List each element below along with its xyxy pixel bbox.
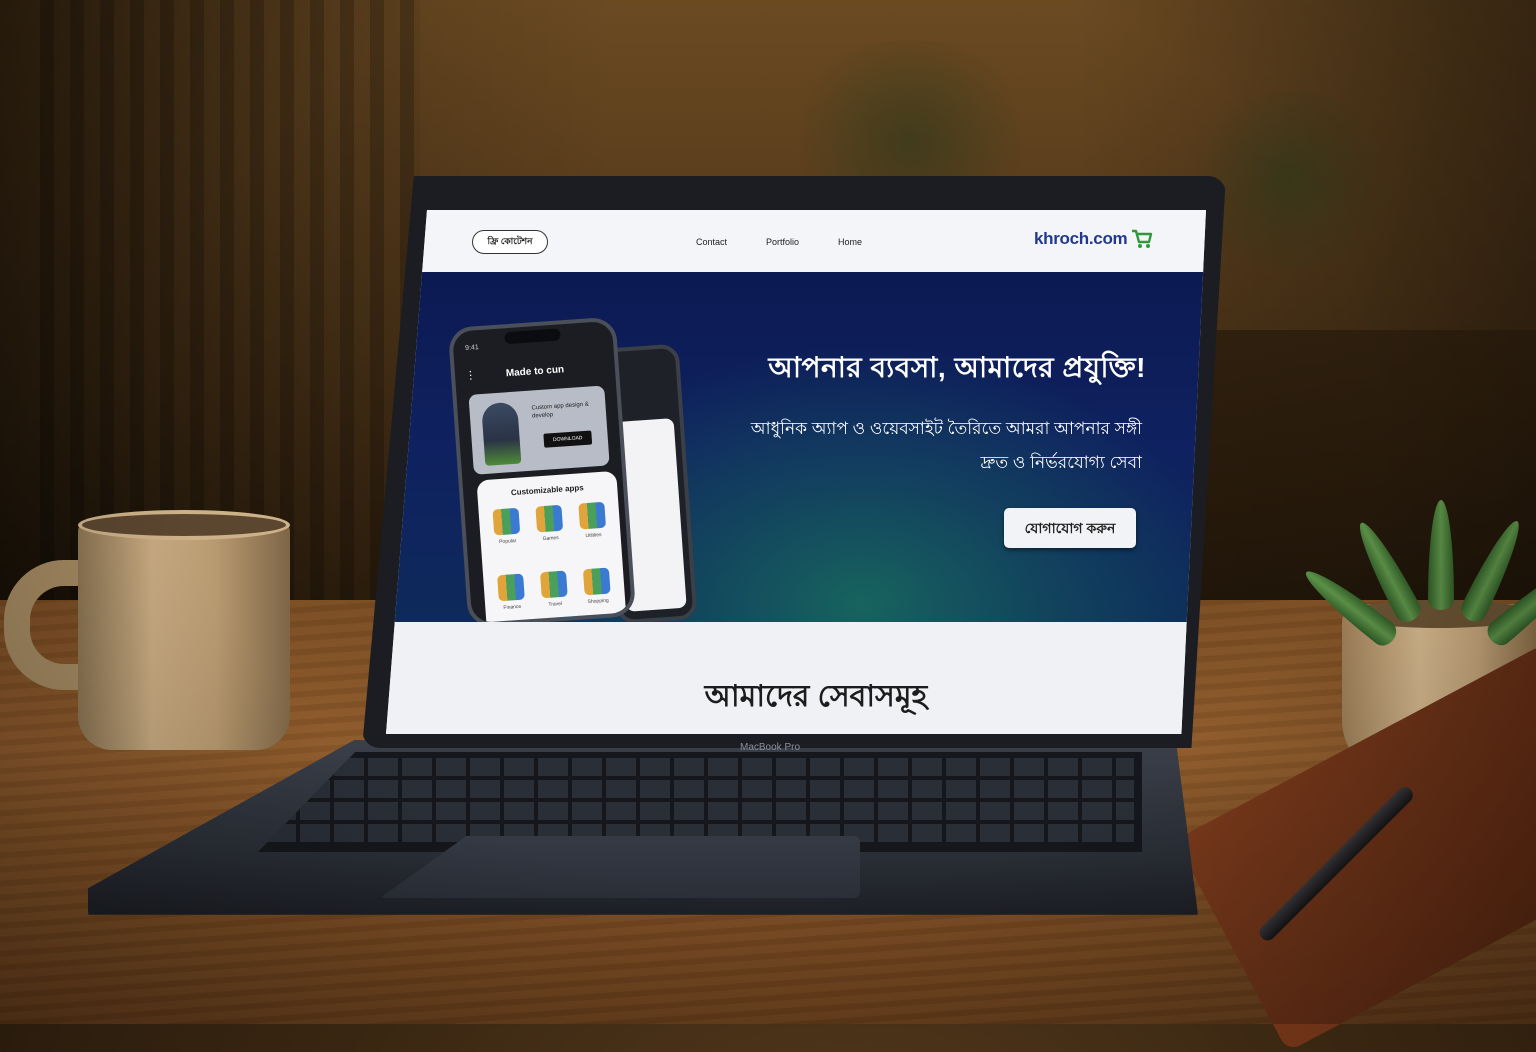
phone-feature-card: Custom app design & develop DOWNLOAD — [468, 385, 610, 475]
app-tile-icon — [492, 507, 521, 536]
contact-us-button[interactable]: যোগাযোগ করুন — [1004, 508, 1136, 548]
app-label: Games — [542, 535, 559, 543]
phone-app-header: Made to cun — [505, 364, 565, 380]
services-title: আমাদের সেবাসমূহ — [704, 680, 928, 713]
site-navbar: ফ্রি কোটেশন Contact Portfolio Home khroc… — [386, 210, 1206, 273]
brand-name: khroch.com — [1034, 229, 1128, 248]
app-label: Popular — [498, 537, 517, 546]
phone-panel-title: Customizable apps — [510, 483, 584, 498]
phone-status-time: 9:41 — [464, 344, 480, 353]
free-quote-button[interactable]: ফ্রি কোটেশন — [472, 230, 548, 254]
nav-link-portfolio[interactable]: Portfolio — [766, 237, 799, 247]
coffee-mug — [78, 518, 290, 750]
hero-section: 9:41 ⋮ Made to cun Custom app design & d… — [386, 272, 1206, 628]
phone-card-text: Custom app design & develop — [531, 401, 589, 420]
phone-card-button: DOWNLOAD — [543, 430, 593, 448]
app-tile-icon — [535, 504, 564, 533]
app-label: Finance — [503, 603, 522, 612]
hero-subtitle-line: আধুনিক অ্যাপ ও ওয়েবসাইট তৈরিতে আমরা আপন… — [750, 419, 1142, 438]
phone-app-panel: Customizable apps Popular Games Utilitie… — [476, 470, 628, 628]
hero-subtitle-line: দ্রুত ও নির্ভরযোগ্য সেবা — [980, 453, 1142, 472]
laptop-model-label: MacBook Pro — [739, 742, 801, 753]
services-section: আমাদের সেবাসমূহ — [386, 622, 1206, 734]
shopping-cart-icon — [1132, 229, 1153, 248]
nav-link-home[interactable]: Home — [838, 237, 862, 247]
nav-link-contact[interactable]: Contact — [696, 237, 727, 247]
app-label: Utilities — [585, 532, 602, 540]
app-label: Shopping — [587, 597, 609, 606]
app-tile-icon — [578, 501, 607, 530]
app-tile-icon — [582, 567, 611, 596]
phone-notch — [504, 328, 561, 345]
app-tile-icon — [539, 570, 568, 599]
hero-title: আপনার ব্যবসা, আমাদের প্রযুক্তি! — [768, 352, 1146, 383]
app-label: Travel — [548, 600, 563, 608]
app-tile-icon — [497, 573, 525, 602]
mug-rim — [78, 510, 290, 540]
phone-mockup-front: 9:41 ⋮ Made to cun Custom app design & d… — [447, 316, 637, 628]
brand-logo[interactable]: khroch.com — [1034, 229, 1153, 249]
laptop-screen: ফ্রি কোটেশন Contact Portfolio Home khroc… — [386, 210, 1206, 734]
hooded-figure-icon — [481, 401, 522, 466]
hero-subtitle: আধুনিক অ্যাপ ও ওয়েবসাইট তৈরিতে আমরা আপন… — [726, 412, 1142, 480]
